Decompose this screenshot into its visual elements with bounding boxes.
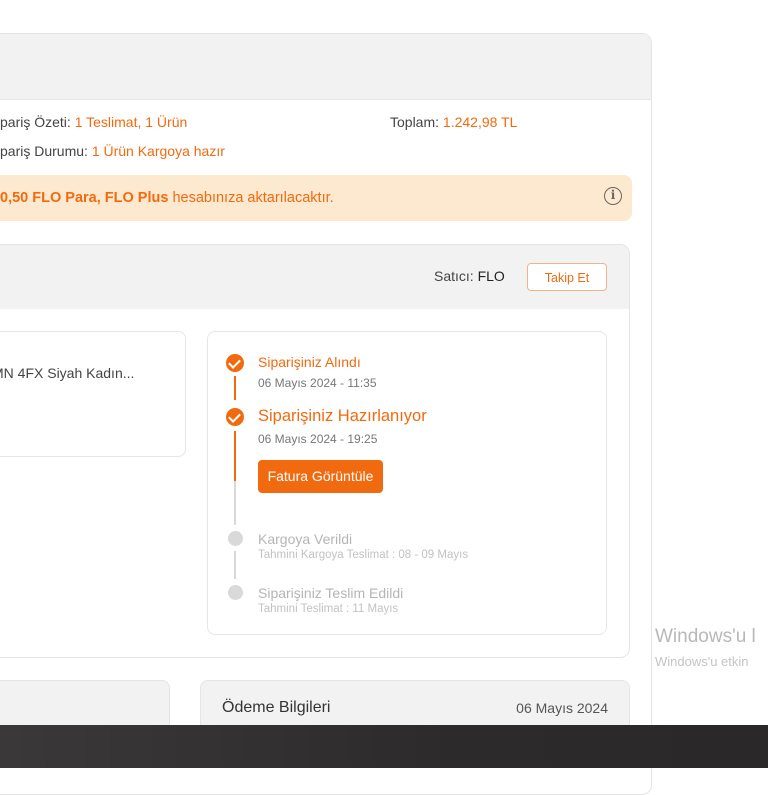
step-subtitle: Tahmini Kargoya Teslimat : 08 - 09 Mayıs [258,549,469,561]
order-status-value: 1 Ürün Kargoya hazır [91,143,225,159]
windows-activation-subtext: Windows'u etkin [655,654,749,669]
timeline-connector [234,376,236,400]
step-title: Kargoya Verildi [258,531,353,547]
step-title: Siparişiniz Alındı [258,354,361,370]
seller-label: Satıcı: [434,268,478,284]
windows-activation-watermark: Windows'u l [655,626,756,647]
follow-seller-button[interactable]: Takip Et [527,263,607,291]
order-total-value: 1.242,98 TL [442,114,518,130]
step-title: Siparişiniz Hazırlanıyor [258,407,427,425]
payment-title: Ödeme Bilgileri [222,699,331,716]
step-done-check-icon [226,408,244,426]
timeline-connector [234,431,236,481]
timeline-connector [234,481,236,525]
payment-date: 06 Mayıs 2024 [516,700,608,716]
order-timeline: Siparişiniz Alındı 06 Mayıs 2024 - 11:35… [207,331,607,635]
notice-text: 0,50 FLO Para, FLO Plus hesabınıza aktar… [0,190,334,206]
step-title: Siparişiniz Teslim Edildi [258,585,404,601]
seller-info: Satıcı: FLO [434,268,505,284]
step-pending-dot-icon [228,585,243,600]
product-name[interactable]: MN 4FX Siyah Kadın... [0,365,134,381]
info-icon[interactable]: i [604,187,622,205]
step-subtitle: Tahmini Teslimat : 11 Mayıs [258,603,399,615]
view-invoice-button[interactable]: Fatura Görüntüle [258,460,383,493]
step-done-check-icon [226,354,244,372]
order-status: pariş Durumu: 1 Ürün Kargoya hazır [0,143,225,159]
order-status-label: pariş Durumu: [0,143,88,159]
step-subtitle: 06 Mayıs 2024 - 19:25 [258,432,378,446]
seller-name: FLO [477,268,505,284]
order-summary: pariş Özeti: 1 Teslimat, 1 Ürün [0,114,187,130]
order-total-label: Toplam: [390,114,440,130]
order-summary-label: pariş Özeti: [0,114,71,130]
product-card[interactable]: MN 4FX Siyah Kadın... [0,331,186,457]
order-header [0,34,651,100]
notice-rest-text: hesabınıza aktarılacaktır. [168,190,334,206]
order-total: Toplam: 1.242,98 TL [390,114,517,130]
timeline-connector [234,551,236,579]
step-pending-dot-icon [228,531,243,546]
taskbar [0,725,768,768]
flo-para-notice: 0,50 FLO Para, FLO Plus hesabınıza aktar… [0,175,632,221]
shipment-card: Satıcı: FLO Takip Et MN 4FX Siyah Kadın.… [0,244,630,658]
step-subtitle: 06 Mayıs 2024 - 11:35 [258,376,377,390]
order-summary-value: 1 Teslimat, 1 Ürün [74,114,188,130]
shipment-header: Satıcı: FLO Takip Et [0,245,629,309]
notice-bold-text: 0,50 FLO Para, FLO Plus [0,190,169,206]
